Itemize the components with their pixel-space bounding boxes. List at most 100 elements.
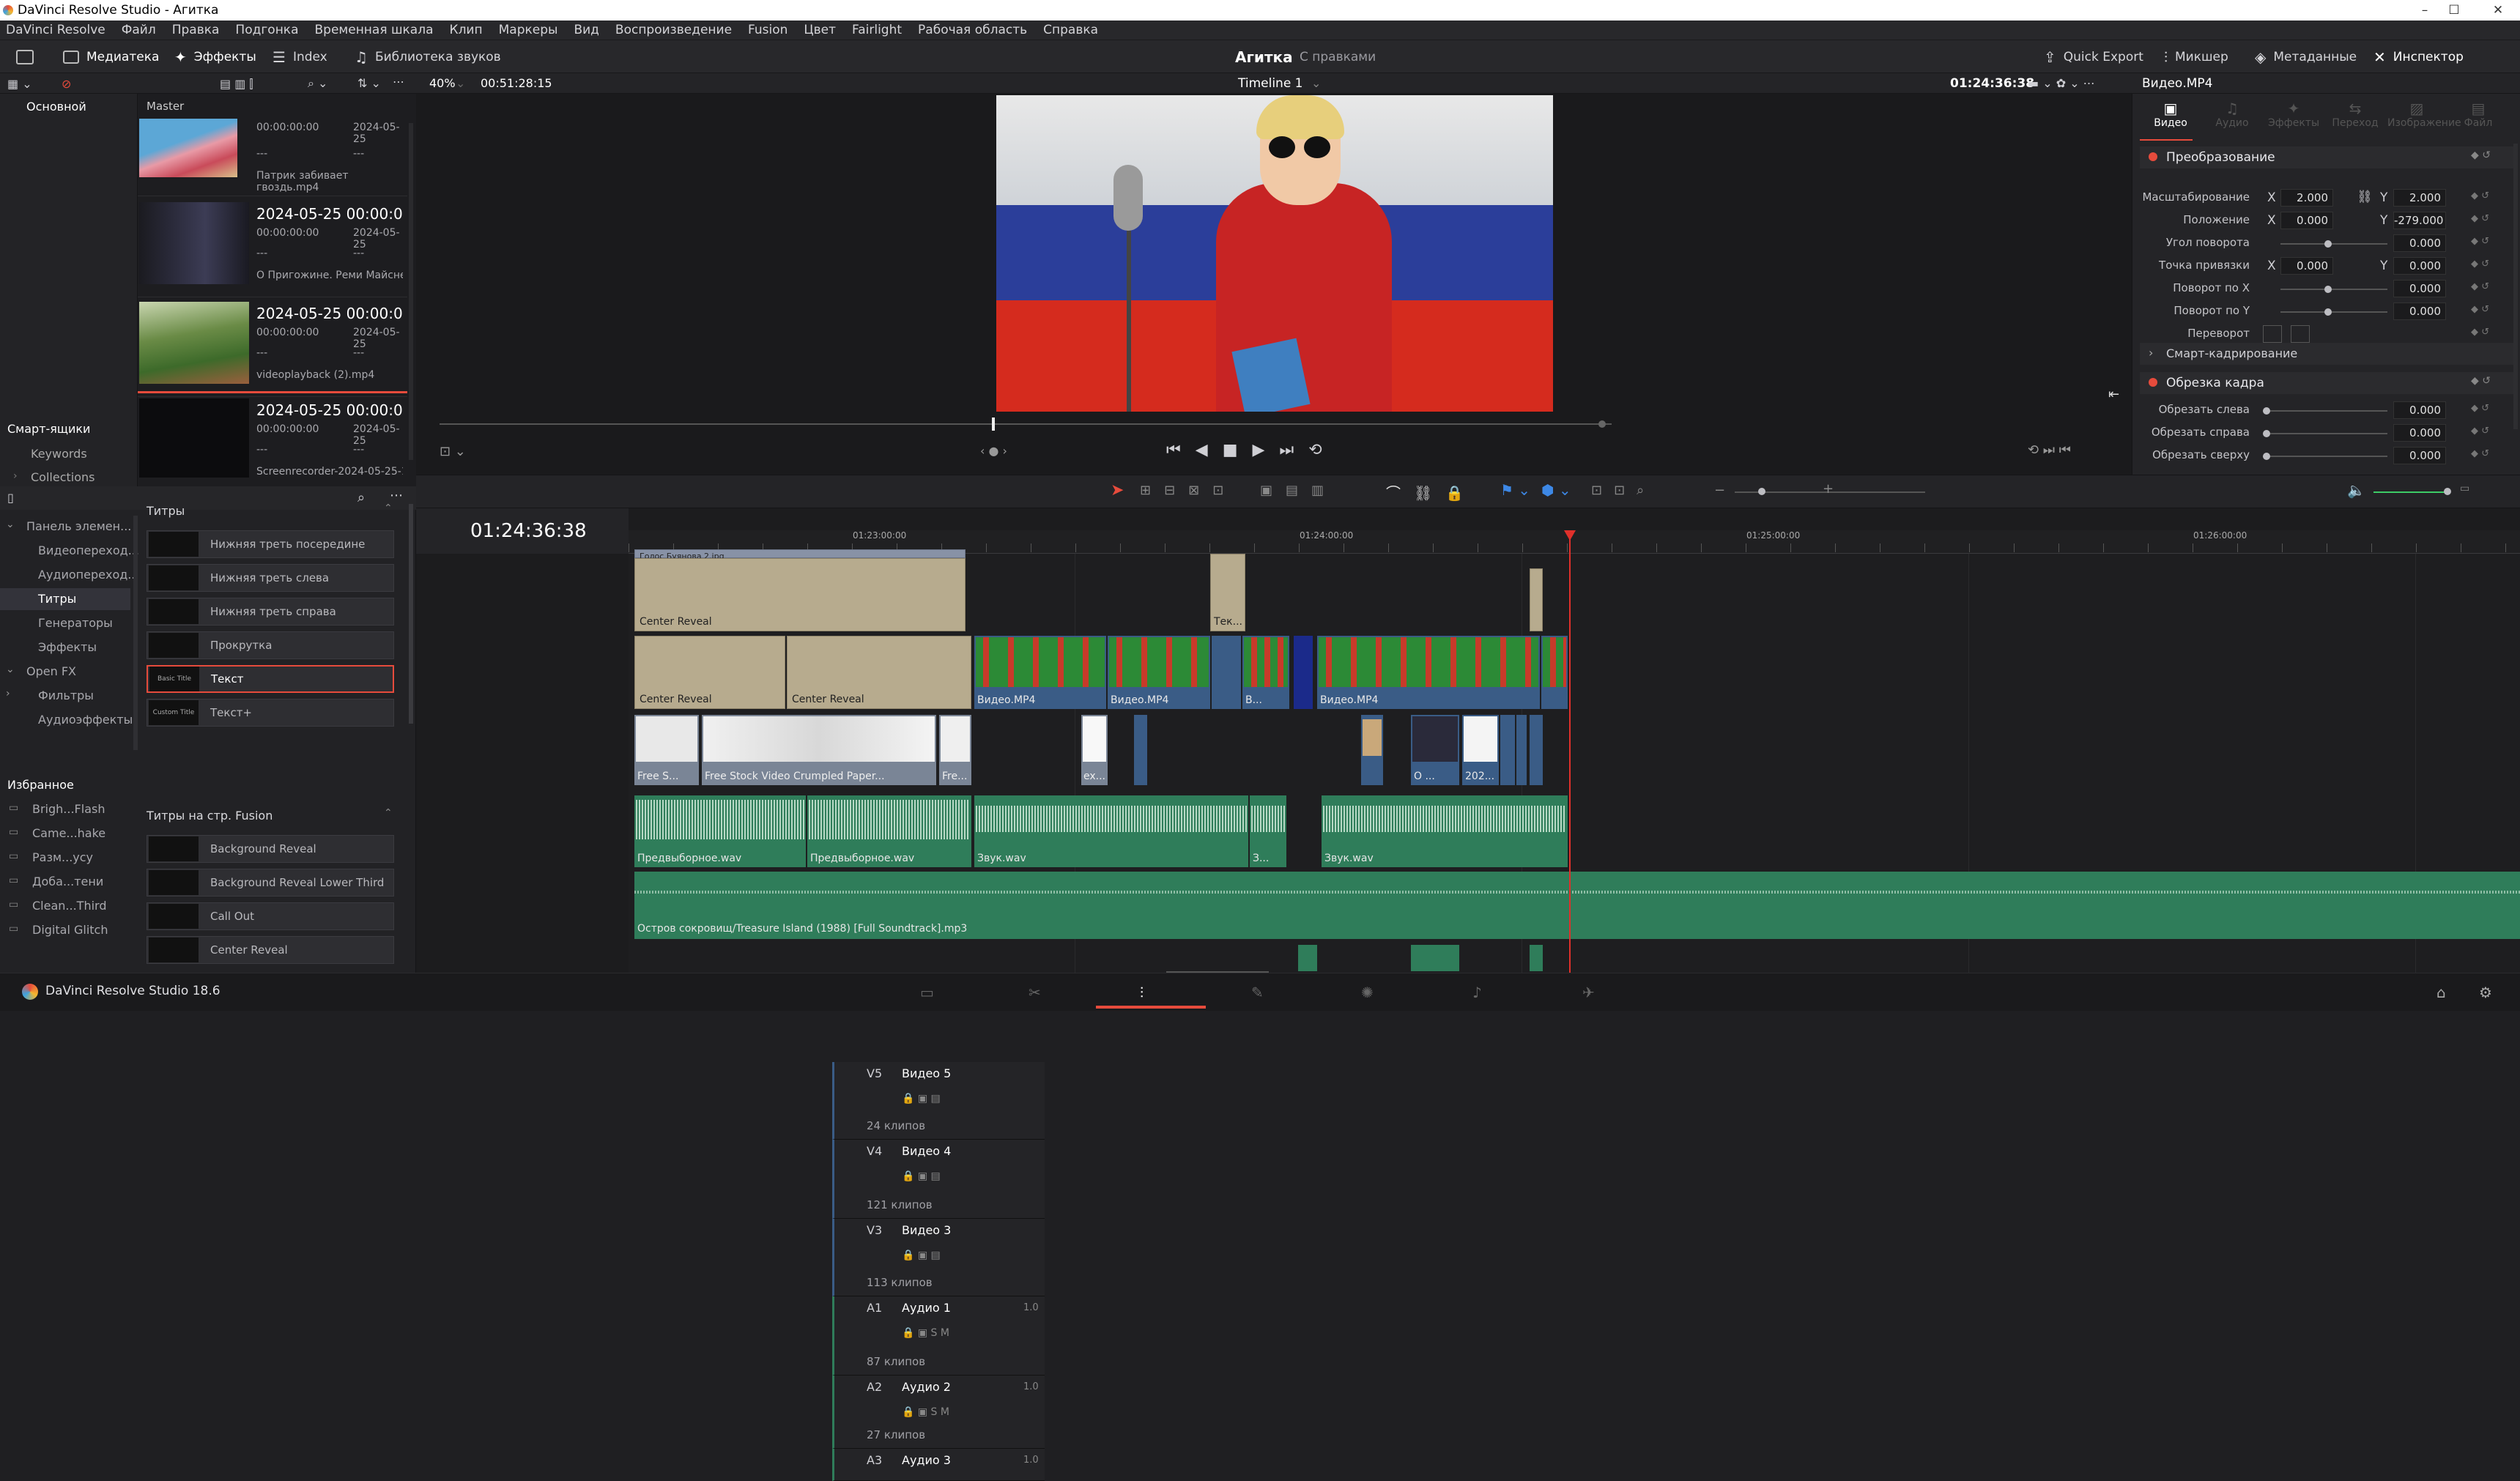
param-value[interactable]: 0.000 (2393, 234, 2446, 252)
timeline-clip[interactable]: Видео.MP4 (1108, 636, 1210, 709)
inspector-button[interactable]: ✕ Инспектор (2373, 40, 2464, 74)
mixer-button[interactable]: ⫶ Микшер (2164, 40, 2228, 74)
viewer-right-controls[interactable]: ⟲ ⏭ ⏮ (2028, 442, 2071, 458)
inspector-tab[interactable]: ✦ Эффекты (2264, 100, 2323, 129)
timeline-clip[interactable] (1530, 568, 1543, 631)
param-x-value[interactable]: 0.000 (2280, 257, 2333, 275)
timeline-clip[interactable]: Тек... (1210, 554, 1245, 631)
fusion-title-preset[interactable]: Call Out (147, 902, 394, 930)
fusion-page-icon[interactable]: ✎ (1251, 984, 1264, 1001)
favorite-item[interactable]: ▭ Доба...тени (0, 871, 130, 893)
track-name[interactable]: Аудио 2 (902, 1380, 951, 1394)
speaker-icon[interactable]: 🔈 (2347, 481, 2365, 499)
insert-tools-icons[interactable]: ▣▤▥ (1260, 483, 1337, 498)
flag-icon[interactable]: ⚑ ⌄ (1500, 481, 1530, 499)
transform-section[interactable]: Преобразование ◆ ↺ (2140, 146, 2513, 168)
timeline-clip[interactable] (1212, 636, 1241, 709)
keyframe-icon[interactable]: ◆ ↺ (2471, 304, 2489, 315)
zoom-dropdown-icon[interactable]: ⌄ (456, 76, 465, 90)
track-name[interactable]: Аудио 3 (902, 1453, 951, 1467)
slider-handle[interactable] (2263, 430, 2270, 437)
menu-item[interactable]: Файл (122, 23, 156, 37)
param-x-value[interactable]: 0.000 (2280, 212, 2333, 229)
settings-gear-icon[interactable]: ⚙ (2479, 984, 2492, 1001)
collapse-icon[interactable]: ⌃ (384, 807, 393, 819)
effects-tree-item[interactable]: ⌄ Open FX (0, 661, 130, 683)
color-page-icon[interactable]: ✺ (1361, 984, 1374, 1001)
track-header[interactable]: A2 Аудио 2 1.0 🔒 ▣ S M 27 клипов (832, 1376, 1045, 1449)
media-item[interactable]: 2024-05-25 00:00:00:0 00:00:00:00 2024-0… (138, 302, 407, 397)
menu-item[interactable]: Рабочая область (918, 23, 1027, 37)
collapse-icon[interactable]: ⌃ (384, 502, 393, 514)
fusion-title-preset[interactable]: Background Reveal Lower Third (147, 869, 394, 897)
param-y-value[interactable]: 2.000 (2393, 189, 2446, 207)
sidebar-toggle-icon[interactable]: ▯ (7, 491, 14, 505)
track-header[interactable]: V3 Видео 3 🔒 ▣ ▤ 113 клипов (832, 1219, 1045, 1296)
timeline-clip[interactable]: Center Reveal (634, 558, 966, 631)
zoom-out-icon[interactable]: − (1714, 483, 1725, 498)
cut-page-icon[interactable]: ✂ (1029, 984, 1041, 1001)
effects-search-icon[interactable]: ⌕ (357, 490, 365, 505)
fusion-title-preset[interactable]: Center Reveal (147, 936, 394, 964)
menu-item[interactable]: DaVinci Resolve (6, 23, 105, 37)
unlink-icon[interactable]: ⊘ (62, 77, 71, 91)
zoom-in-icon[interactable]: + (1823, 481, 1834, 497)
inspector-tab[interactable]: ▨ Изображение (2387, 100, 2461, 129)
timeline-clip[interactable]: В... (1242, 636, 1289, 709)
timeline-clip[interactable]: Fre... (939, 715, 971, 785)
list-view-icon[interactable]: ▦ ⌄ (7, 77, 32, 91)
favorite-item[interactable]: ▭ Разм...ycy (0, 847, 130, 869)
timeline-clip[interactable] (1134, 715, 1147, 785)
slider-handle[interactable] (2324, 286, 2332, 293)
media-item[interactable]: 00:00:00:00 2024-05-25 --- --- Патрик за… (138, 119, 407, 196)
more-options-icon[interactable]: ⋯ (393, 75, 404, 89)
track-name[interactable]: Аудио 1 (902, 1301, 951, 1315)
fairlight-page-icon[interactable]: ♪ (1472, 984, 1482, 1001)
param-value[interactable]: 0.000 (2393, 447, 2446, 464)
workspace-toggle-icon[interactable] (16, 40, 34, 74)
menu-item[interactable]: Справка (1043, 23, 1098, 37)
slider-handle[interactable] (2263, 407, 2270, 415)
keyframe-icon[interactable]: ◆ ↺ (2471, 426, 2489, 437)
title-preset[interactable]: Custom Title Текст+ (147, 699, 394, 727)
menu-item[interactable]: Fusion (748, 23, 788, 37)
edit-page-icon[interactable]: ⫶ (1140, 984, 1144, 1001)
effects-tree-item[interactable]: › Фильтры (0, 685, 130, 707)
effects-button[interactable]: ✦ Эффекты (174, 40, 256, 74)
audio-clip[interactable]: Предвыборное.wav (807, 795, 971, 867)
smart-bin-keywords[interactable]: Keywords (31, 447, 87, 461)
selection-tool-icon[interactable]: ➤ (1111, 481, 1124, 500)
keyframe-icon[interactable]: ◆ ↺ (2471, 213, 2489, 224)
slider-handle[interactable] (2324, 240, 2332, 248)
search-icon[interactable]: ⌕ ⌄ (308, 76, 327, 91)
link-icon[interactable]: ⛓ (2357, 190, 2373, 204)
audio-clip[interactable]: Остров сокровищ/Treasure Island (1988) [… (634, 872, 2520, 939)
timeline-name[interactable]: Timeline 1 (1238, 76, 1303, 91)
zoom-handle[interactable] (1758, 488, 1765, 495)
keyframe-icon[interactable]: ◆ ↺ (2471, 448, 2489, 459)
marker-icon[interactable]: ⬢ ⌄ (1541, 481, 1571, 499)
viewer-frame[interactable] (996, 95, 1553, 412)
timeline-clip[interactable] (1516, 715, 1527, 785)
param-value[interactable]: 0.000 (2393, 401, 2446, 419)
effects-tree-item[interactable]: Титры (0, 588, 130, 610)
effects-tree-item[interactable]: Генераторы (0, 612, 130, 634)
inspector-tab[interactable]: ▤ Файл (2449, 100, 2508, 129)
menu-item[interactable]: Цвет (804, 23, 836, 37)
title-preset[interactable]: Прокрутка (147, 631, 394, 659)
media-pool-button[interactable]: Медиатека (63, 40, 159, 74)
track-name[interactable]: Видео 5 (902, 1066, 951, 1080)
maximize-button[interactable]: ☐ (2432, 0, 2476, 21)
param-slider[interactable] (2263, 456, 2387, 457)
menu-item[interactable]: Воспроизведение (615, 23, 732, 37)
favorite-item[interactable]: ▭ Brigh...Flash (0, 798, 130, 820)
viewer-crop-icon[interactable]: ⊡ ⌄ (440, 444, 466, 459)
timeline-clip[interactable]: Голос Буянова 2.jpg (634, 549, 966, 561)
param-value[interactable]: 0.000 (2393, 424, 2446, 442)
param-slider[interactable] (2280, 311, 2387, 313)
param-y-value[interactable]: -279.000 (2393, 212, 2446, 229)
deliver-page-icon[interactable]: ✈ (1582, 984, 1595, 1001)
title-preset[interactable]: Basic Title Текст (147, 665, 394, 693)
keyframe-icon[interactable]: ◆ ↺ (2471, 149, 2491, 161)
param-value[interactable]: 0.000 (2393, 280, 2446, 297)
